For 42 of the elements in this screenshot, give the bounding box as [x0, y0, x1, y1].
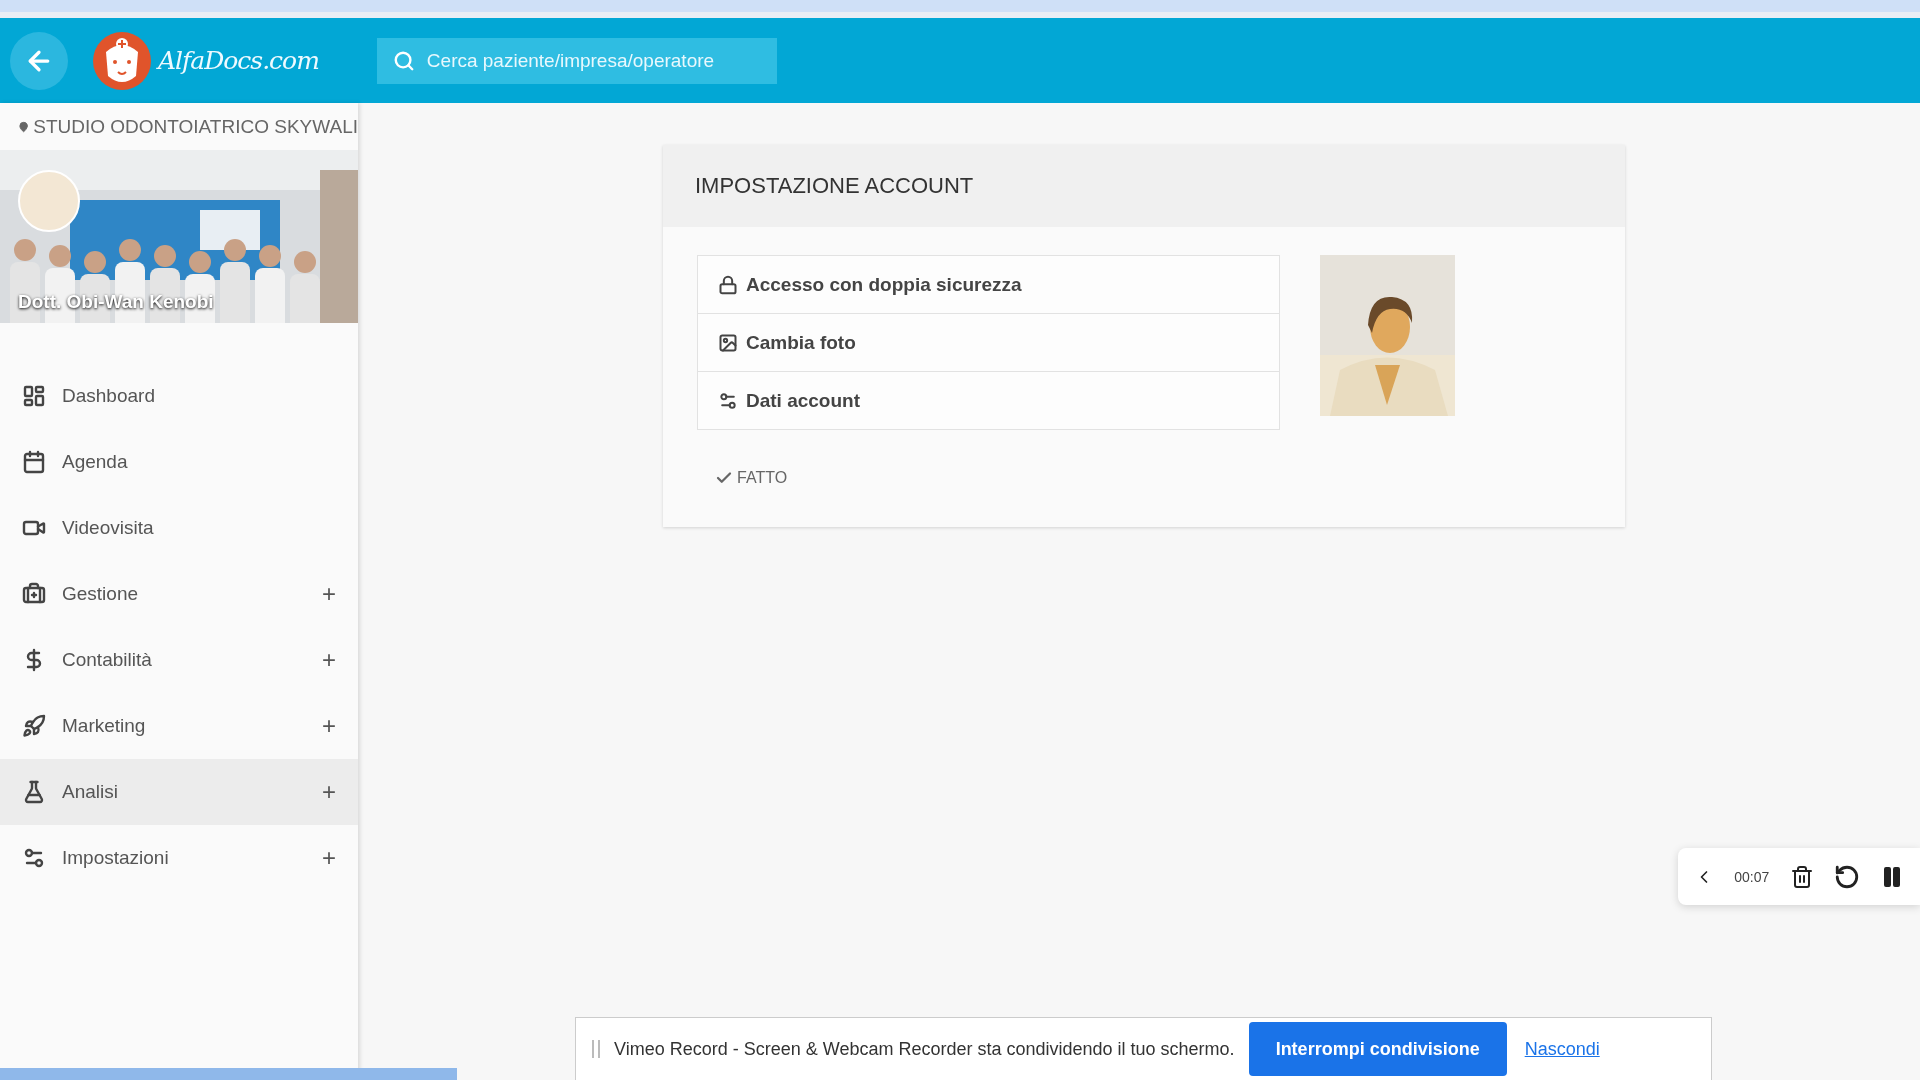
- sidebar-item[interactable]: Gestione +: [0, 561, 358, 627]
- account-option[interactable]: Accesso con doppia sicurezza: [698, 256, 1279, 313]
- settings-icon: [718, 390, 738, 411]
- account-option[interactable]: Dati account: [698, 371, 1279, 429]
- profile-name: Dott. Obi-Wan Kenobi: [18, 291, 214, 313]
- recording-time: 00:07: [1734, 868, 1770, 885]
- expand-symbol[interactable]: +: [322, 712, 336, 740]
- delete-button[interactable]: [1789, 864, 1814, 889]
- restart-button[interactable]: [1833, 863, 1860, 890]
- lock-icon: [718, 274, 738, 295]
- expand-symbol[interactable]: +: [322, 580, 336, 608]
- search-icon: [392, 49, 415, 72]
- card-title: IMPOSTAZIONE ACCOUNT: [695, 173, 974, 199]
- restart-icon: [1833, 863, 1860, 890]
- sidebar-item[interactable]: Agenda: [0, 429, 358, 495]
- lion-logo-icon: [92, 29, 152, 92]
- expand-symbol[interactable]: +: [322, 778, 336, 806]
- stop-sharing-button[interactable]: Interrompi condivisione: [1248, 1022, 1507, 1076]
- image-icon: [718, 332, 738, 353]
- flask-icon: [22, 780, 46, 804]
- sidebar-item[interactable]: Videovisita: [0, 495, 358, 561]
- sidebar-item[interactable]: Impostazioni +: [0, 825, 358, 891]
- calendar-icon: [22, 450, 46, 474]
- share-message: Vimeo Record - Screen & Webcam Recorder sta condividendo il tuo schermo.: [614, 1038, 1235, 1060]
- expand-symbol[interactable]: +: [322, 646, 336, 674]
- medical-kit-icon: [22, 582, 46, 606]
- done-button[interactable]: FATTO: [709, 468, 794, 488]
- sidebar-item[interactable]: Marketing +: [0, 693, 358, 759]
- drag-handle-icon[interactable]: [592, 1040, 600, 1058]
- hide-link[interactable]: Nascondi: [1524, 1038, 1600, 1060]
- expand-symbol[interactable]: +: [322, 844, 336, 872]
- settings-icon: [22, 846, 46, 870]
- location-name: STUDIO ODONTOIATRICO SKYWALI: [33, 115, 358, 138]
- dashboard-icon: [22, 384, 46, 408]
- search-field[interactable]: Cerca paziente/impresa/operatore: [376, 37, 777, 84]
- rocket-icon: [22, 714, 46, 738]
- trash-icon: [1789, 864, 1814, 889]
- account-option[interactable]: Cambia foto: [698, 313, 1279, 371]
- sidebar-item[interactable]: Contabilità +: [0, 627, 358, 693]
- logo-text: AlfaDocs.com: [158, 46, 319, 75]
- sidebar-item[interactable]: Analisi +: [0, 759, 358, 825]
- sidebar-item[interactable]: Dashboard: [0, 363, 358, 429]
